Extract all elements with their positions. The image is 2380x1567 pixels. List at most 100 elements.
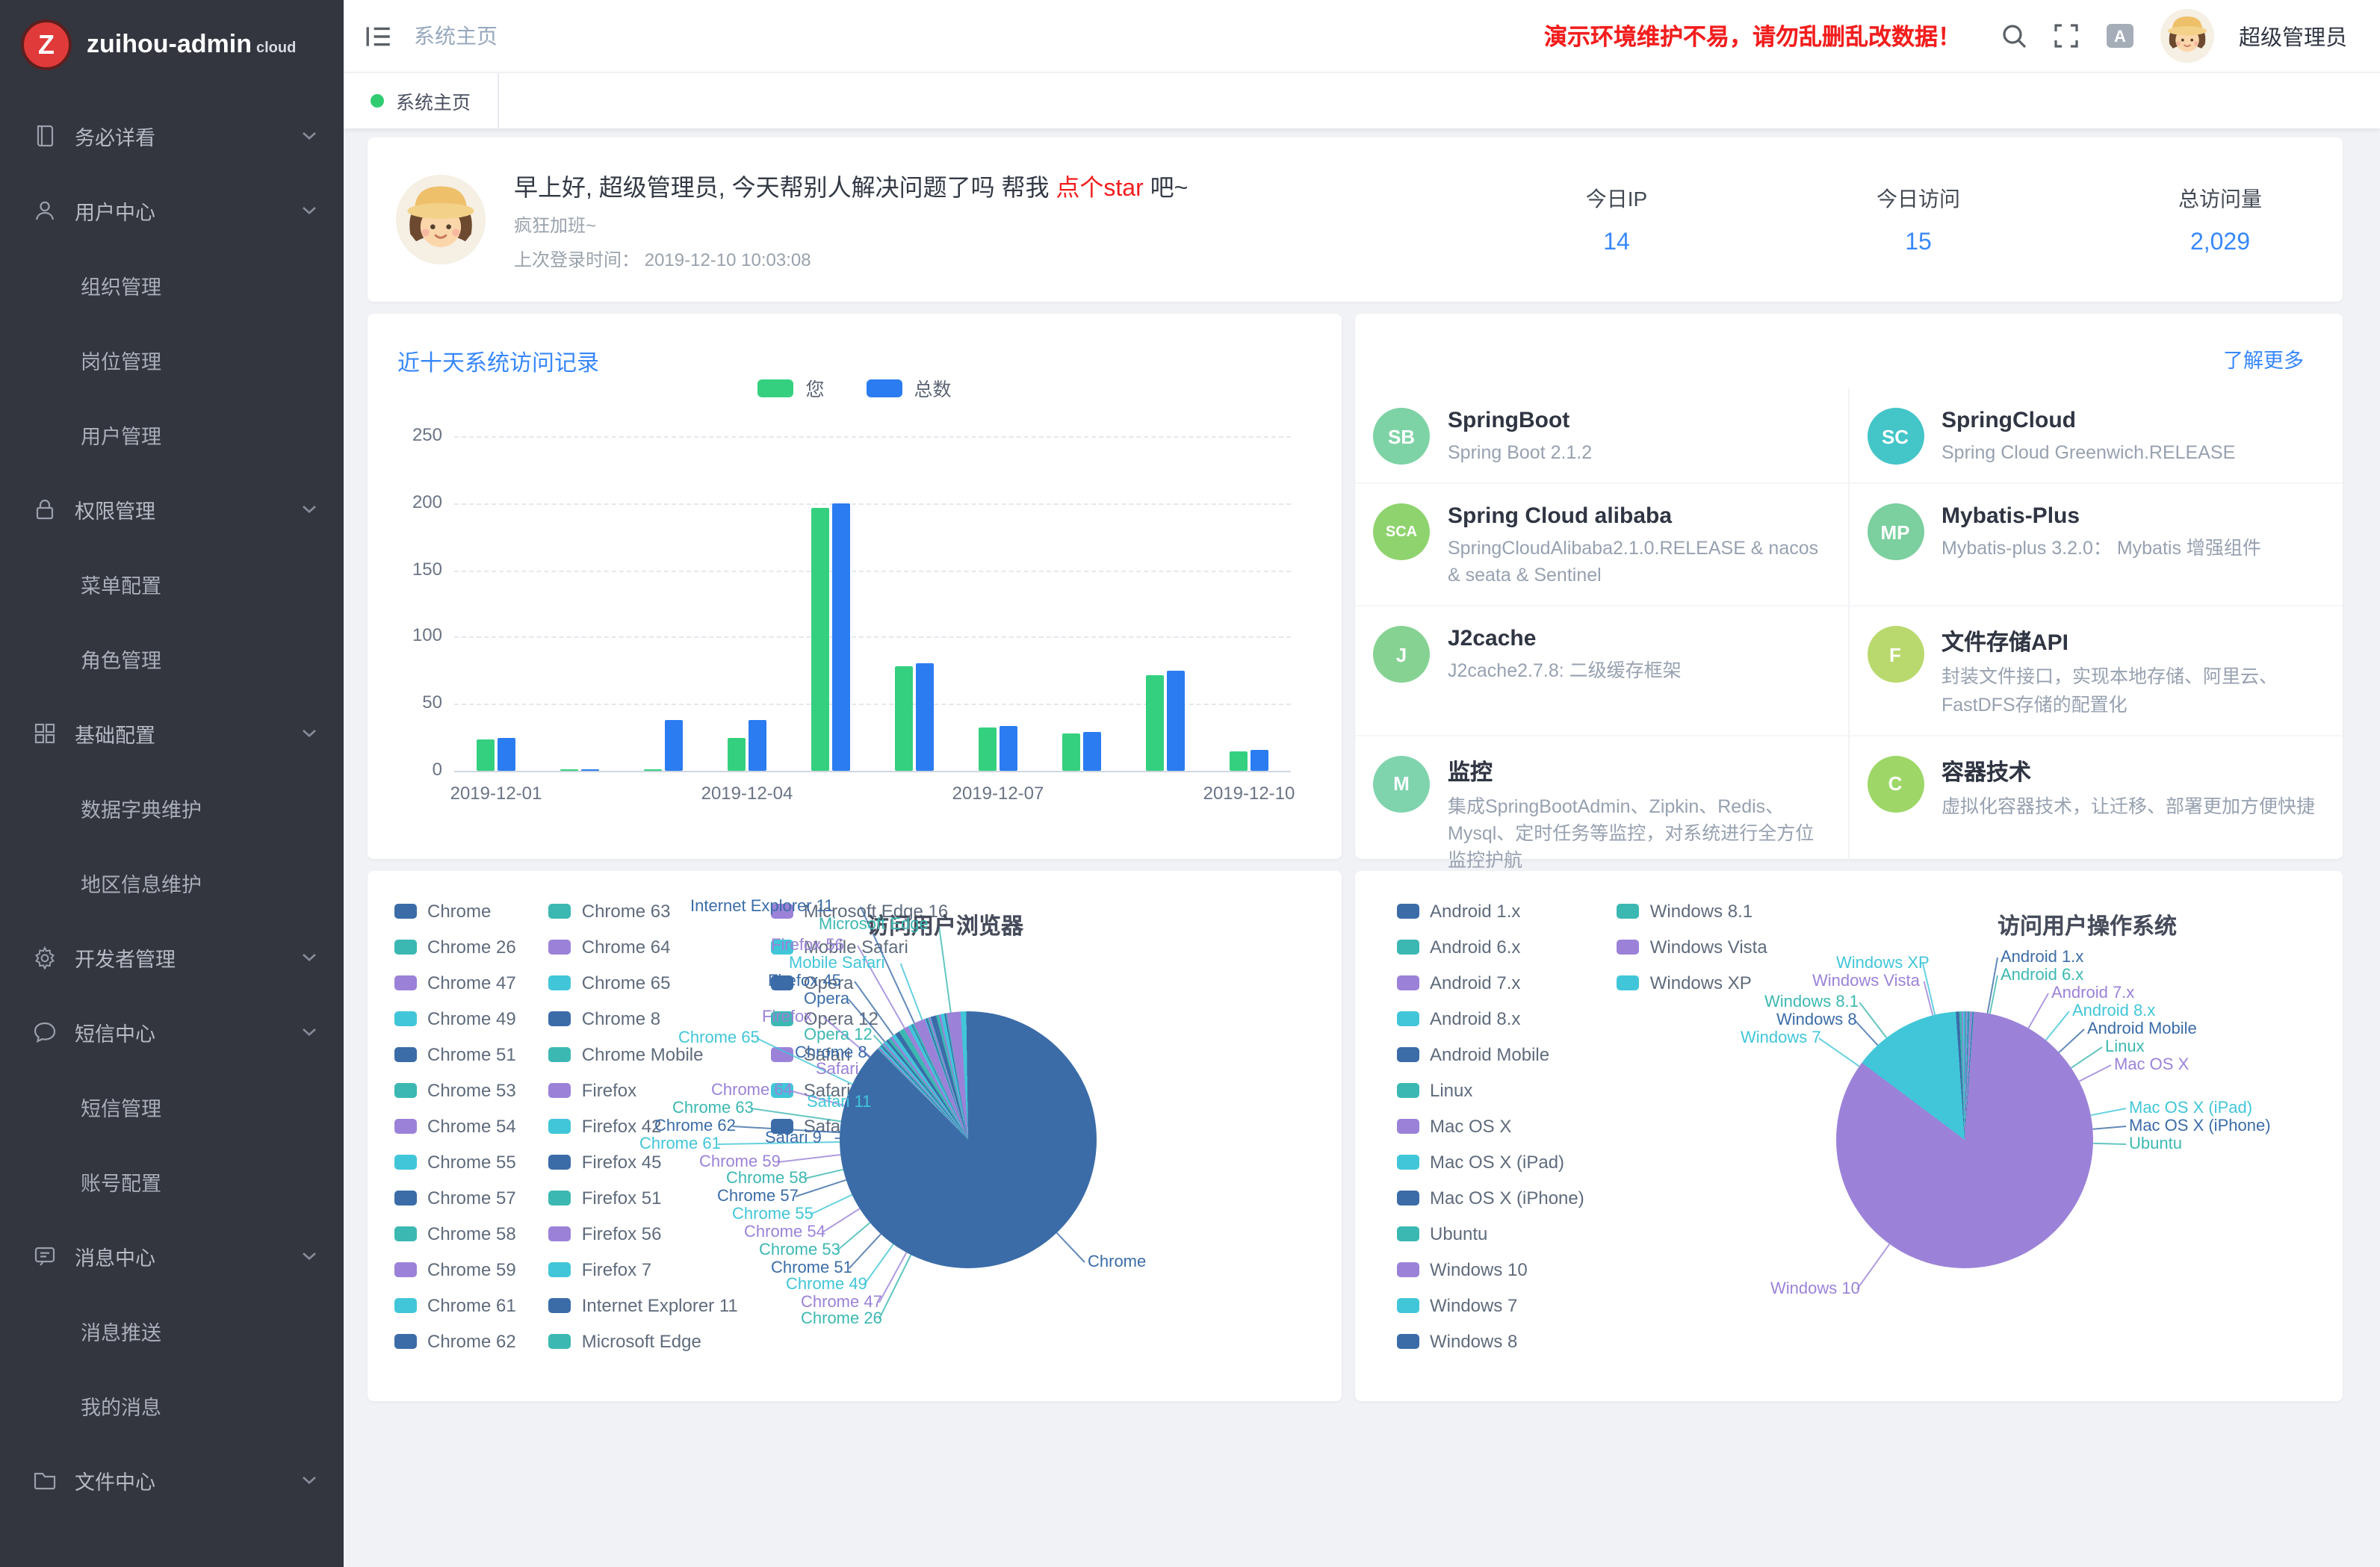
legend-label: Firefox 42 bbox=[582, 1116, 662, 1137]
sidebar-item-label: 开发者管理 bbox=[75, 943, 302, 972]
legend-item-Chrome 54[interactable]: Chrome 54 bbox=[394, 1116, 516, 1137]
legend-item-Chrome[interactable]: Chrome bbox=[394, 901, 516, 922]
legend-item-Firefox 51[interactable]: Firefox 51 bbox=[549, 1188, 738, 1208]
legend-item-Chrome 65[interactable]: Chrome 65 bbox=[549, 972, 738, 993]
legend-label: Chrome 64 bbox=[582, 937, 671, 958]
tech-badge: SCA bbox=[1373, 503, 1430, 560]
legend-item-Firefox 7[interactable]: Firefox 7 bbox=[549, 1259, 738, 1280]
legend-item-Windows XP[interactable]: Windows XP bbox=[1617, 972, 1767, 993]
legend-swatch bbox=[394, 975, 417, 990]
legend-item-Windows 10[interactable]: Windows 10 bbox=[1397, 1259, 1584, 1280]
bar-您-2019-12-05 bbox=[811, 507, 829, 771]
sidebar-item-5[interactable]: 权限管理 bbox=[0, 472, 344, 547]
learn-more-link[interactable]: 了解更多 bbox=[2223, 344, 2304, 373]
sidebar-item-13[interactable]: 短信管理 bbox=[0, 1070, 344, 1144]
legend-item-Microsoft Edge[interactable]: Microsoft Edge bbox=[549, 1331, 738, 1352]
sidebar-item-1[interactable]: 用户中心 bbox=[0, 173, 344, 248]
sidebar-item-6[interactable]: 菜单配置 bbox=[0, 547, 344, 621]
legend-item-Android 8.x[interactable]: Android 8.x bbox=[1397, 1008, 1584, 1029]
legend-item-Mac OS X (iPad)[interactable]: Mac OS X (iPad) bbox=[1397, 1152, 1584, 1173]
legend-item-Firefox[interactable]: Firefox bbox=[549, 1080, 738, 1101]
tab-active-dot bbox=[371, 94, 384, 108]
legend-item-Chrome 64[interactable]: Chrome 64 bbox=[549, 937, 738, 958]
tech-title: SpringBoot bbox=[1448, 408, 1592, 433]
sidebar-item-8[interactable]: 基础配置 bbox=[0, 696, 344, 771]
legend-item-Mac OS X (iPhone)[interactable]: Mac OS X (iPhone) bbox=[1397, 1188, 1584, 1208]
search-icon[interactable] bbox=[2000, 22, 2027, 49]
legend-item-Firefox 56[interactable]: Firefox 56 bbox=[549, 1223, 738, 1244]
legend-swatch bbox=[549, 1119, 571, 1134]
legend-item-Android 6.x[interactable]: Android 6.x bbox=[1397, 937, 1584, 958]
legend-item-Chrome 55[interactable]: Chrome 55 bbox=[394, 1152, 516, 1173]
legend-item-Chrome 51[interactable]: Chrome 51 bbox=[394, 1044, 516, 1065]
legend-item-Android 1.x[interactable]: Android 1.x bbox=[1397, 901, 1584, 922]
legend-item-Chrome 49[interactable]: Chrome 49 bbox=[394, 1008, 516, 1029]
sidebar-item-12[interactable]: 短信中心 bbox=[0, 995, 344, 1070]
legend-item-Chrome 53[interactable]: Chrome 53 bbox=[394, 1080, 516, 1101]
legend-item-Internet Explorer 11[interactable]: Internet Explorer 11 bbox=[549, 1295, 738, 1316]
sidebar-item-11[interactable]: 开发者管理 bbox=[0, 920, 344, 995]
legend-item-Windows 8[interactable]: Windows 8 bbox=[1397, 1331, 1584, 1352]
pie-label-Safari: Safari bbox=[816, 1061, 859, 1079]
breadcrumb[interactable]: 系统主页 bbox=[414, 21, 498, 51]
legend-item-Chrome Mobile[interactable]: Chrome Mobile bbox=[549, 1044, 738, 1065]
font-size-icon[interactable]: A bbox=[2104, 22, 2134, 49]
legend-label: Chrome Mobile bbox=[582, 1044, 704, 1065]
legend-swatch bbox=[1397, 1011, 1419, 1026]
menu-collapse-icon[interactable] bbox=[365, 23, 393, 49]
app-root: Z zuihou-admincloud 务必详看用户中心组织管理岗位管理用户管理… bbox=[0, 0, 2380, 1567]
legend-item-Mac OS X[interactable]: Mac OS X bbox=[1397, 1116, 1584, 1137]
fullscreen-icon[interactable] bbox=[2052, 22, 2079, 49]
app-logo[interactable]: Z zuihou-admincloud bbox=[0, 0, 344, 90]
legend-label: Windows 8.1 bbox=[1650, 901, 1753, 922]
legend-item-Android Mobile[interactable]: Android Mobile bbox=[1397, 1044, 1584, 1065]
sidebar-item-4[interactable]: 用户管理 bbox=[0, 397, 344, 472]
pie-label-Chrome 53: Chrome 53 bbox=[759, 1241, 840, 1259]
tech-desc: J2cache2.7.8: 二级缓存框架 bbox=[1448, 658, 1682, 685]
legend-item-Chrome 8[interactable]: Chrome 8 bbox=[549, 1008, 738, 1029]
legend-swatch bbox=[1617, 940, 1640, 955]
legend-item-Chrome 57[interactable]: Chrome 57 bbox=[394, 1188, 516, 1208]
sidebar-item-7[interactable]: 角色管理 bbox=[0, 621, 344, 696]
legend-label: Android 1.x bbox=[1430, 901, 1520, 922]
legend-item-Chrome 47[interactable]: Chrome 47 bbox=[394, 972, 516, 993]
legend-column: Chrome Chrome 26 Chrome 47 Chrome 49 Chrome … bbox=[394, 901, 516, 1352]
legend-label: Mac OS X (iPad) bbox=[1430, 1152, 1564, 1173]
legend-swatch bbox=[771, 1047, 793, 1062]
legend-item-Linux[interactable]: Linux bbox=[1397, 1080, 1584, 1101]
legend-item-Windows 7[interactable]: Windows 7 bbox=[1397, 1295, 1584, 1316]
legend-item-Chrome 59[interactable]: Chrome 59 bbox=[394, 1259, 516, 1280]
lock-icon bbox=[33, 497, 57, 521]
sidebar-item-2[interactable]: 组织管理 bbox=[0, 248, 344, 323]
sidebar-item-0[interactable]: 务必详看 bbox=[0, 99, 344, 173]
pie-label-Android Mobile: Android Mobile bbox=[2087, 1020, 2197, 1038]
legend-item-Android 7.x[interactable]: Android 7.x bbox=[1397, 972, 1584, 993]
legend-item-Chrome 26[interactable]: Chrome 26 bbox=[394, 937, 516, 958]
sidebar-item-label: 基础配置 bbox=[75, 719, 302, 748]
legend-item-Windows 8.1[interactable]: Windows 8.1 bbox=[1617, 901, 1767, 922]
greeting-card: 早上好, 超级管理员, 今天帮别人解决问题了吗 帮我 点个star 吧~ 疯狂加… bbox=[368, 137, 2343, 302]
legend-label: Chrome 55 bbox=[427, 1152, 516, 1173]
bar-您-2019-12-06 bbox=[895, 666, 913, 771]
visits-chart-card: 近十天系统访问记录 您总数 0501001502002502019-12-012… bbox=[368, 314, 1342, 859]
sidebar-item-3[interactable]: 岗位管理 bbox=[0, 323, 344, 397]
sidebar-item-17[interactable]: 我的消息 bbox=[0, 1368, 344, 1443]
avatar[interactable] bbox=[2160, 9, 2213, 63]
tech-item-4: JJ2cacheJ2cache2.7.8: 二级缓存框架 bbox=[1355, 606, 1849, 735]
username[interactable]: 超级管理员 bbox=[2239, 20, 2347, 52]
legend-item-Windows Vista[interactable]: Windows Vista bbox=[1617, 937, 1767, 958]
sidebar-item-10[interactable]: 地区信息维护 bbox=[0, 845, 344, 920]
legend-item-Ubuntu[interactable]: Ubuntu bbox=[1397, 1223, 1584, 1244]
legend-item-Chrome 61[interactable]: Chrome 61 bbox=[394, 1295, 516, 1316]
sidebar-item-9[interactable]: 数据字典维护 bbox=[0, 771, 344, 845]
tab-home[interactable]: 系统主页 bbox=[344, 73, 499, 128]
tech-badge: MP bbox=[1867, 503, 1924, 560]
legend-item-Chrome 62[interactable]: Chrome 62 bbox=[394, 1331, 516, 1352]
legend-label: Chrome 59 bbox=[427, 1259, 516, 1280]
sidebar-item-16[interactable]: 消息推送 bbox=[0, 1294, 344, 1368]
star-link[interactable]: 点个star bbox=[1056, 176, 1143, 202]
sidebar-item-14[interactable]: 账号配置 bbox=[0, 1144, 344, 1219]
sidebar-item-15[interactable]: 消息中心 bbox=[0, 1219, 344, 1294]
legend-item-Chrome 58[interactable]: Chrome 58 bbox=[394, 1223, 516, 1244]
sidebar-item-18[interactable]: 文件中心 bbox=[0, 1443, 344, 1518]
